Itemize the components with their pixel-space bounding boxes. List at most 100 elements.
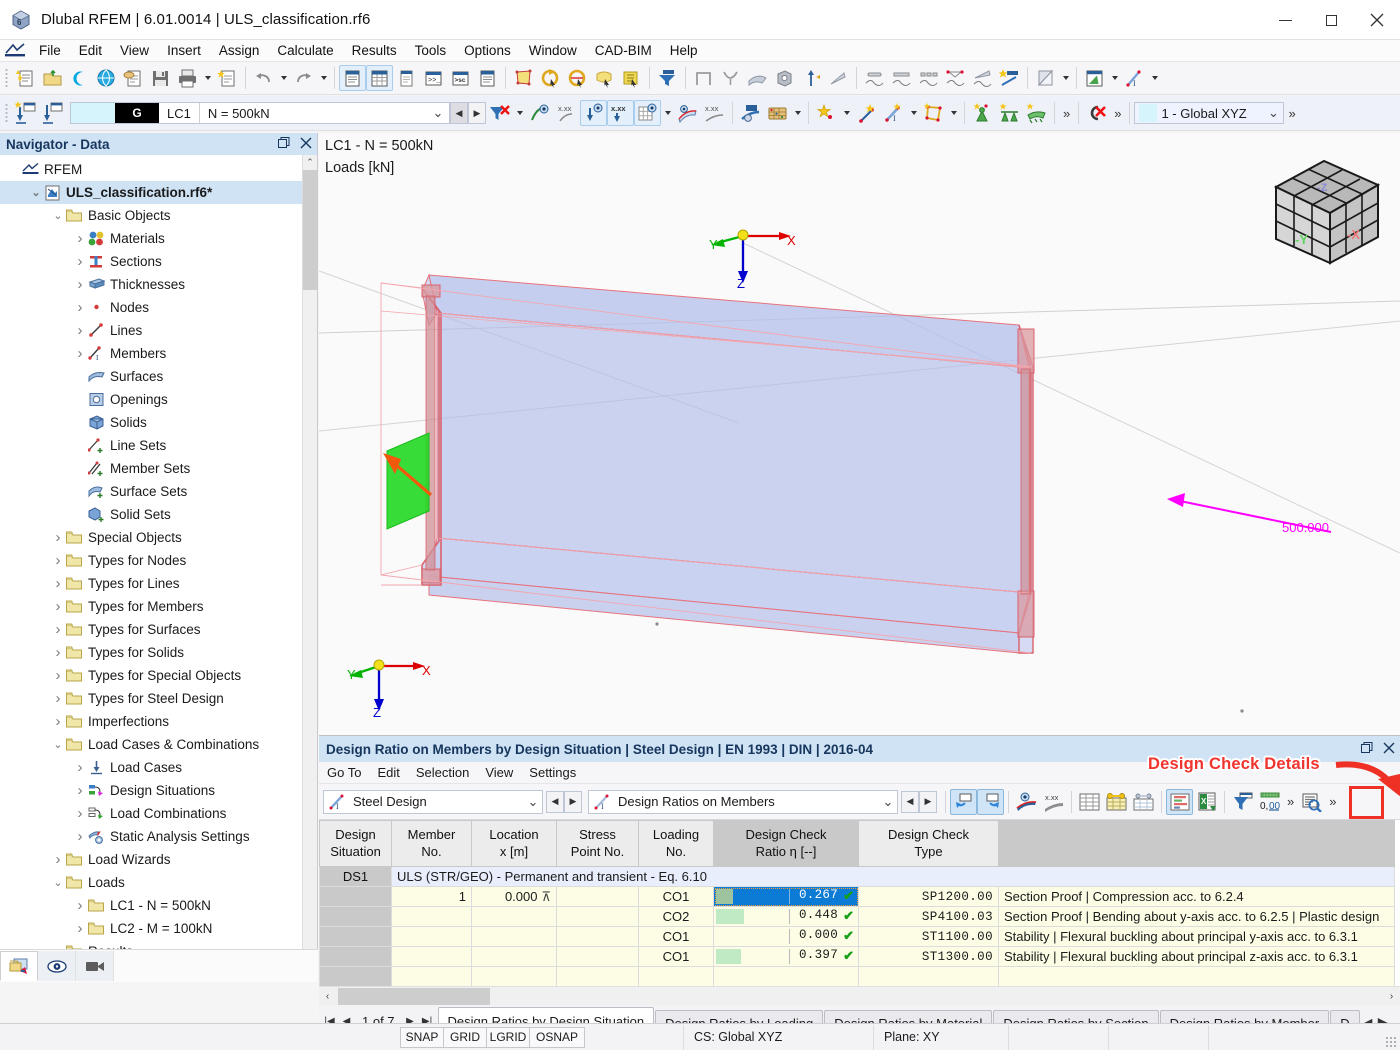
menu-window[interactable]: Window [520,41,586,60]
navigator-scrollbar[interactable]: ⌃ ⌄ [302,155,317,971]
cell-design-check-code[interactable]: ST1300.00 [859,947,999,967]
row-header-cell[interactable] [320,927,392,947]
chevron-down-icon[interactable]: ⌄ [879,794,897,810]
table-selection-icon[interactable] [1130,789,1157,815]
new-node-dropdown-icon[interactable] [840,100,853,126]
show-loads-icon[interactable] [580,100,607,126]
chevron-right-icon[interactable]: › [50,690,66,707]
hscroll-right-icon[interactable]: › [1383,991,1400,1002]
new-member-icon[interactable]: I [880,100,907,126]
toolbar2-grip[interactable] [3,103,9,123]
results-menu-selection[interactable]: Selection [408,763,477,782]
cell-stress-point[interactable] [557,927,639,947]
cell-member-no[interactable] [392,907,472,927]
menu-assign[interactable]: Assign [210,41,269,60]
toolbar-grip[interactable] [3,68,9,88]
tree-item-openings[interactable]: Openings [0,388,317,411]
row-header-cell[interactable] [320,947,392,967]
menu-view[interactable]: View [111,41,158,60]
display-navigator-tab[interactable] [38,951,76,981]
tree-item-uls-classification-rf6[interactable]: ⌄ULS_classification.rf6* [0,181,317,204]
cell-location[interactable]: 0.000⊼ [472,887,557,907]
tree-item-member-sets[interactable]: Member Sets [0,457,317,480]
chevron-right-icon[interactable]: › [50,667,66,684]
results-menu-view[interactable]: View [477,763,521,782]
tree-item-surfaces[interactable]: Surfaces [0,365,317,388]
frame-model-icon[interactable] [690,65,717,91]
navigator-close-icon[interactable] [295,137,317,152]
navigator-panel-icon[interactable] [339,65,366,91]
member-design-dropdown-icon[interactable] [1148,65,1161,91]
chevron-right-icon[interactable]: › [72,828,88,845]
undo-icon[interactable] [250,65,277,91]
text-panel-icon[interactable] [393,65,420,91]
addon-selector[interactable]: I Steel Design ⌄ [323,790,543,814]
cell-location[interactable] [472,927,557,947]
maximize-button[interactable] [1308,0,1354,40]
result-diagram-table-icon[interactable] [1166,789,1193,815]
chevron-down-icon[interactable]: ⌄ [427,105,449,121]
cell-loading-no[interactable]: CO1 [639,927,714,947]
model-viewport[interactable]: X Y Z X Y Z LC1 - N = 500kN Loads [kN] 5… [319,133,1400,735]
chevron-down-icon[interactable]: ⌄ [1263,105,1283,121]
calculator-icon[interactable] [764,100,791,126]
tree-item-types-for-members[interactable]: ›Types for Members [0,595,317,618]
column-header-2[interactable]: Locationx [m] [472,821,557,867]
print-dropdown-icon[interactable] [201,65,214,91]
solid-model-icon[interactable] [771,65,798,91]
new-node-icon[interactable] [813,100,840,126]
view-settings-icon[interactable] [618,65,645,91]
menu-tools[interactable]: Tools [406,41,456,60]
show-numbering-icon[interactable] [526,100,553,126]
new-surface-icon[interactable] [920,100,947,126]
new-line-icon[interactable] [853,100,880,126]
scrollbar-thumb[interactable] [303,170,317,290]
tree-item-types-for-steel-design[interactable]: ›Types for Steel Design [0,687,317,710]
menu-results[interactable]: Results [343,41,406,60]
close-button[interactable] [1354,0,1400,40]
resize-grip[interactable] [1385,1036,1397,1048]
design-situation-group-row[interactable]: DS1ULS (STR/GEO) - Permanent and transie… [320,867,1395,887]
results-menu-goto[interactable]: Go To [319,763,369,782]
show-results-icon[interactable] [1013,789,1040,815]
chevron-right-icon[interactable]: › [50,713,66,730]
new-report-icon[interactable] [214,65,241,91]
line-model-icon[interactable] [825,65,852,91]
navigator-restore-icon[interactable] [273,137,295,152]
new-model-icon[interactable] [12,65,39,91]
cell-loading-no[interactable]: CO2 [639,907,714,927]
cell-design-ratio[interactable]: 0.448✔ [714,907,859,927]
scroll-up-icon[interactable]: ⌃ [303,155,317,170]
status-toggle-grid[interactable]: GRID [443,1027,487,1048]
data-navigator-tab[interactable] [0,951,38,981]
column-header-6[interactable]: Design CheckType [859,821,999,867]
chevron-right-icon[interactable]: › [50,552,66,569]
tree-item-members[interactable]: ›IMembers [0,342,317,365]
global-model-icon[interactable] [93,65,120,91]
table-filter-highlight-icon[interactable] [1103,789,1130,815]
tree-item-design-situations[interactable]: ›Design Situations [0,779,317,802]
print-preview-icon[interactable] [120,65,147,91]
tree-item-sections[interactable]: ›Sections [0,250,317,273]
new-line-support-icon[interactable] [996,100,1023,126]
load-case-selector[interactable]: G LC1 N = 500kN ⌄ [70,102,450,124]
chevron-down-icon[interactable]: ⌄ [50,738,66,751]
menu-edit[interactable]: Edit [70,41,111,60]
filter-view-icon[interactable] [654,65,681,91]
new-nodal-support-icon[interactable] [969,100,996,126]
addon-next-button[interactable]: ▶ [564,791,582,813]
table-row[interactable]: CO20.448✔SP4100.03Section Proof | Bendin… [320,907,1395,927]
table-row[interactable]: CO10.397✔ST1300.00Stability | Flexural b… [320,947,1395,967]
hscroll-thumb[interactable] [338,988,490,1005]
member-hinge-icon[interactable] [942,65,969,91]
chevron-right-icon[interactable]: › [72,322,88,339]
chevron-right-icon[interactable]: › [72,276,88,293]
chevron-down-icon[interactable]: ⌄ [50,209,66,222]
select-window-icon[interactable] [510,65,537,91]
table-row[interactable]: CO10.000✔ST1100.00Stability | Flexural b… [320,927,1395,947]
tree-item-rfem[interactable]: RFEM [0,158,317,181]
views-navigator-tab[interactable] [76,951,114,981]
support-hinged-icon[interactable] [861,65,888,91]
minimize-button[interactable] [1262,0,1308,40]
chevron-right-icon[interactable]: › [72,299,88,316]
